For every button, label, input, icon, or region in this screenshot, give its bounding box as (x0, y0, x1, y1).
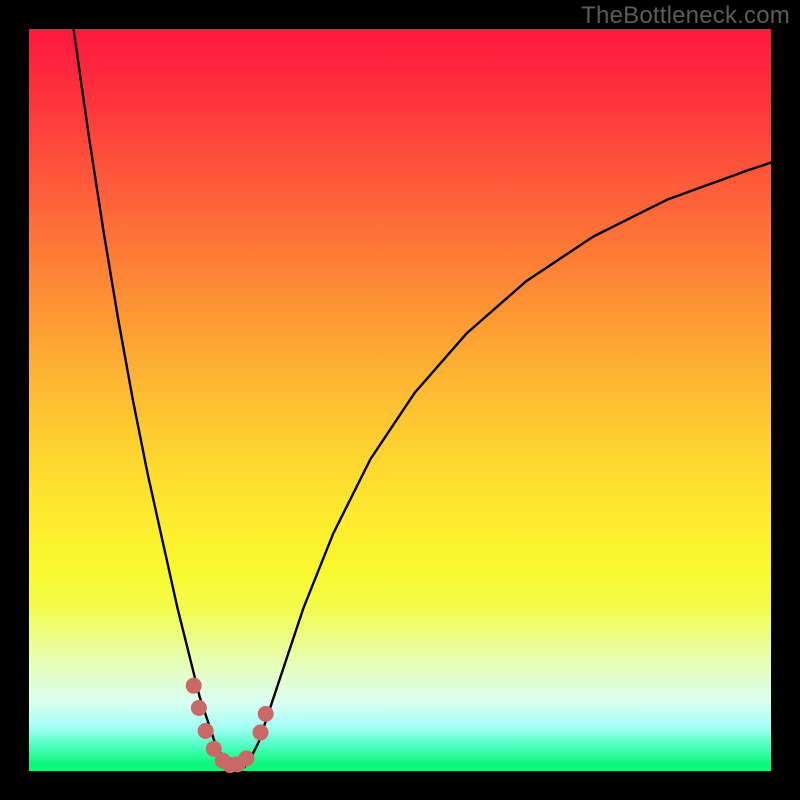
bottleneck-curve (74, 29, 771, 771)
curve-left-branch (74, 29, 237, 771)
curve-marker (238, 750, 254, 766)
curve-marker (198, 723, 214, 739)
curve-marker (253, 724, 269, 740)
curve-layer (29, 29, 771, 771)
curve-marker (191, 700, 207, 716)
curve-marker (258, 706, 274, 722)
plot-area (29, 29, 771, 771)
chart-frame: TheBottleneck.com (0, 0, 800, 800)
curve-marker (186, 678, 202, 694)
curve-right-branch (237, 163, 771, 771)
watermark-text: TheBottleneck.com (581, 2, 790, 30)
